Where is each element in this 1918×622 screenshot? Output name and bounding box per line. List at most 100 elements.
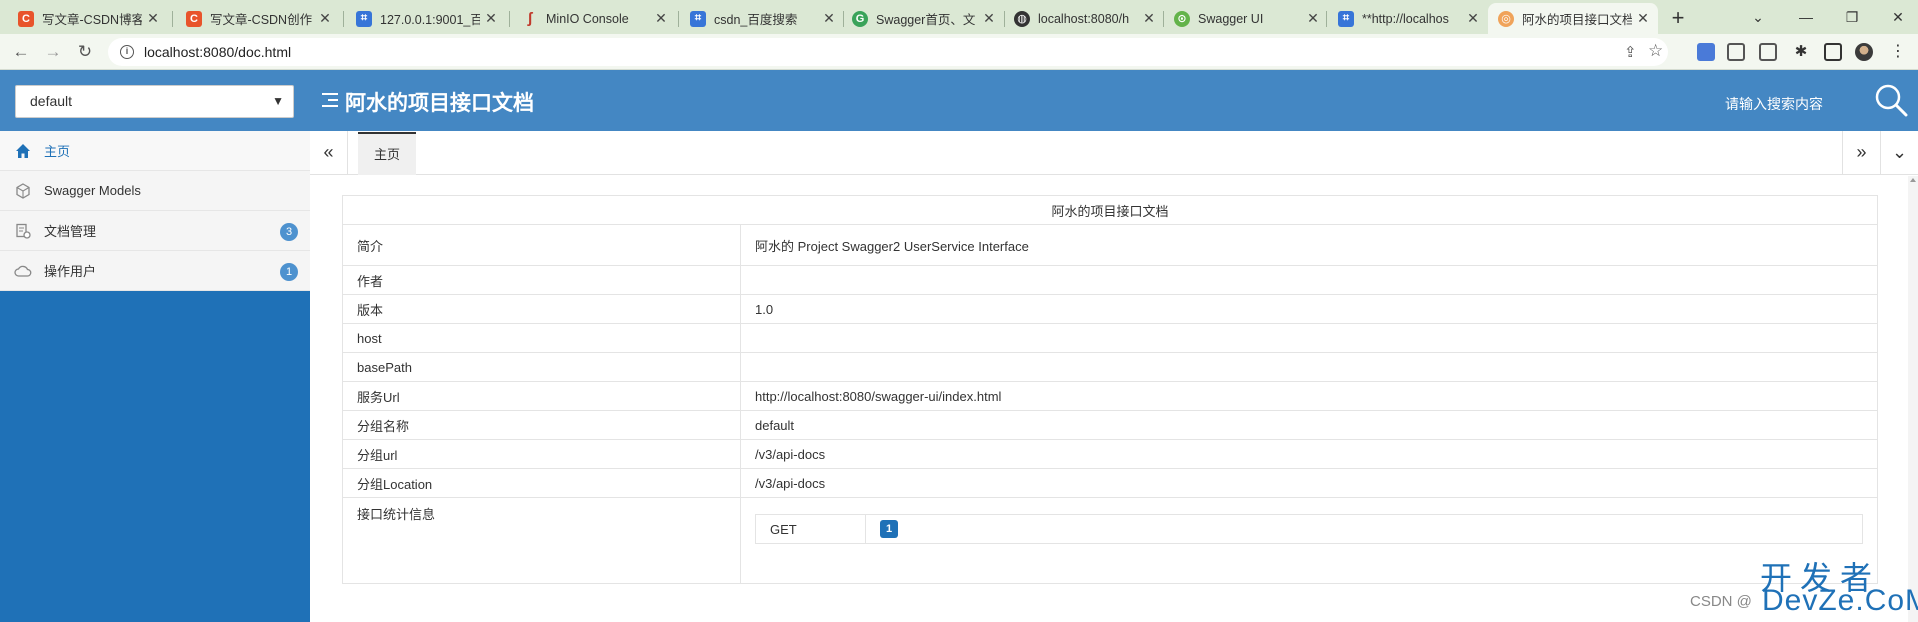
browser-tab[interactable]: ⌗ **http://localhos ✕ (1328, 3, 1488, 34)
menu-toggle-icon[interactable] (322, 93, 338, 107)
csdn-favicon-icon: C (18, 10, 34, 27)
browser-tab-title: **http://localhos (1362, 11, 1449, 26)
table-row: 服务Url http://localhost:8080/swagger-ui/i… (342, 381, 1878, 411)
scroll-tabs-right-icon[interactable]: » (1842, 131, 1880, 175)
browser-tab-title: csdn_百度搜索 (714, 13, 798, 27)
browser-tab[interactable]: C 写文章-CSDN创作 ✕ (176, 3, 340, 34)
translate-extension-icon[interactable] (1697, 43, 1715, 61)
tab-search-icon[interactable]: ⌄ (1738, 4, 1778, 30)
browser-tab[interactable]: G Swagger首页、文 ✕ (842, 3, 1004, 34)
close-tab-icon[interactable]: ✕ (1306, 10, 1320, 27)
scroll-up-icon[interactable] (1910, 178, 1916, 182)
group-select[interactable]: default ▼ (15, 85, 294, 118)
close-window-button[interactable]: ✕ (1878, 4, 1918, 30)
sidebar-item-user-ops[interactable]: 操作用户 1 (0, 251, 310, 291)
row-key: 分组Location (342, 468, 741, 498)
close-tab-icon[interactable]: ✕ (1636, 10, 1650, 27)
watermark-devze: DevZe.CoM (1762, 584, 1918, 617)
http-method: GET (755, 514, 866, 544)
browser-tab[interactable]: ⌗ 127.0.0.1:9001_百 ✕ (346, 3, 506, 34)
row-key: 版本 (342, 294, 741, 324)
close-tab-icon[interactable]: ✕ (982, 10, 996, 27)
browser-tab-title: 写文章-CSDN创作 (210, 13, 313, 27)
main-content: 阿水的项目接口文档 简介 阿水的 Project Swagger2 UserSe… (310, 176, 1908, 622)
row-value: GET 1 (740, 497, 1878, 584)
close-tab-icon[interactable]: ✕ (484, 10, 498, 27)
new-tab-button[interactable]: + (1664, 5, 1692, 33)
forward-arrow-icon[interactable]: → (41, 40, 65, 64)
globe-favicon-icon: ◍ (1014, 10, 1030, 27)
row-key: 简介 (342, 224, 741, 266)
browser-tab[interactable]: ⌗ csdn_百度搜索 ✕ (680, 3, 844, 34)
models-icon (14, 182, 32, 200)
watermark-csdn: CSDN @ (1690, 593, 1752, 610)
row-key: host (342, 323, 741, 353)
extension-icon[interactable] (1727, 43, 1745, 61)
table-row: 版本 1.0 (342, 294, 1878, 324)
browser-tab[interactable]: ⊙ Swagger UI ✕ (1164, 3, 1328, 34)
row-key: 作者 (342, 265, 741, 295)
method-count-cell: 1 (865, 514, 1863, 544)
search-input[interactable]: 请输入搜索内容 (1725, 94, 1823, 114)
close-tab-icon[interactable]: ✕ (146, 10, 160, 27)
stats-label: 接口统计信息 (357, 507, 436, 522)
search-icon[interactable] (1873, 82, 1909, 118)
row-value (740, 265, 1878, 295)
table-row: 分组url /v3/api-docs (342, 439, 1878, 469)
browser-tab-title: 127.0.0.1:9001_百 (380, 13, 480, 27)
sidebar-item-swagger-models[interactable]: Swagger Models (0, 171, 310, 211)
home-icon (14, 142, 32, 160)
bookmark-star-icon[interactable]: ☆ (1648, 41, 1663, 61)
browser-tab-active[interactable]: ◎ 阿水的项目接口文档 ✕ (1488, 3, 1658, 34)
address-bar[interactable]: i localhost:8080/doc.html ⇪ ☆ (108, 38, 1668, 66)
swagger-favicon-icon: ⊙ (1174, 10, 1190, 27)
side-panel-icon[interactable] (1824, 43, 1842, 61)
scroll-tabs-left-icon[interactable]: « (310, 131, 348, 175)
share-icon[interactable]: ⇪ (1624, 43, 1637, 61)
page-tab-bar: « 主页 » ⌄ (310, 131, 1918, 175)
sidebar-item-doc-manage[interactable]: 文档管理 3 (0, 211, 310, 251)
extensions-puzzle-icon[interactable]: ✱ (1792, 43, 1810, 61)
browser-tab[interactable]: ʃ MinIO Console ✕ (512, 3, 676, 34)
csdn-favicon-icon: C (186, 10, 202, 27)
row-value (740, 323, 1878, 353)
row-key: 接口统计信息 (342, 497, 741, 584)
doc-caption: 阿水的项目接口文档 (342, 195, 1878, 225)
browser-toolbar: ← → ↻ i localhost:8080/doc.html ⇪ ☆ ✱ ⋮ (0, 34, 1918, 70)
url-text[interactable]: localhost:8080/doc.html (144, 44, 291, 60)
close-tab-icon[interactable]: ✕ (654, 10, 668, 27)
close-tab-icon[interactable]: ✕ (1142, 10, 1156, 27)
browser-tab-strip: C 写文章-CSDN博客 ✕ C 写文章-CSDN创作 ✕ ⌗ 127.0.0.… (0, 0, 1918, 34)
close-tab-icon[interactable]: ✕ (822, 10, 836, 27)
sidebar-item-label: 主页 (44, 144, 71, 159)
browser-tab[interactable]: C 写文章-CSDN博客 ✕ (8, 3, 168, 34)
group-select-value: default (30, 93, 73, 109)
chevron-down-icon: ▼ (272, 94, 284, 108)
browser-tab-title: MinIO Console (546, 11, 629, 26)
back-arrow-icon[interactable]: ← (9, 40, 33, 64)
table-row: GET 1 (755, 514, 1863, 544)
restore-button[interactable]: ❐ (1832, 4, 1872, 30)
table-row: 分组Location /v3/api-docs (342, 468, 1878, 498)
scrollbar[interactable] (1908, 176, 1918, 622)
close-tab-icon[interactable]: ✕ (318, 10, 332, 27)
extension-icon[interactable] (1759, 43, 1777, 61)
sidebar-item-label: 文档管理 (44, 224, 97, 239)
sidebar-item-home[interactable]: 主页 (0, 131, 310, 171)
site-info-icon[interactable]: i (120, 45, 134, 59)
table-row: 接口统计信息 GET 1 (342, 497, 1878, 584)
app-title: 阿水的项目接口文档 (345, 92, 534, 115)
browser-tab[interactable]: ◍ localhost:8080/h ✕ (1004, 3, 1164, 34)
reload-icon[interactable]: ↻ (73, 40, 97, 64)
close-tab-icon[interactable]: ✕ (1466, 10, 1480, 27)
app-header: default ▼ 阿水的项目接口文档 请输入搜索内容 (0, 70, 1918, 131)
browser-tab-title: localhost:8080/h (1038, 11, 1130, 26)
tab-options-icon[interactable]: ⌄ (1880, 131, 1918, 175)
tab-home[interactable]: 主页 (358, 132, 417, 175)
row-value (740, 352, 1878, 382)
minimize-button[interactable]: — (1786, 4, 1826, 30)
table-row: 分组名称 default (342, 410, 1878, 440)
browser-menu-icon[interactable]: ⋮ (1890, 43, 1906, 61)
profile-avatar[interactable] (1855, 43, 1873, 61)
sidebar-menu: 主页 Swagger Models 文档管理 3 操作用户 1 (0, 131, 310, 291)
